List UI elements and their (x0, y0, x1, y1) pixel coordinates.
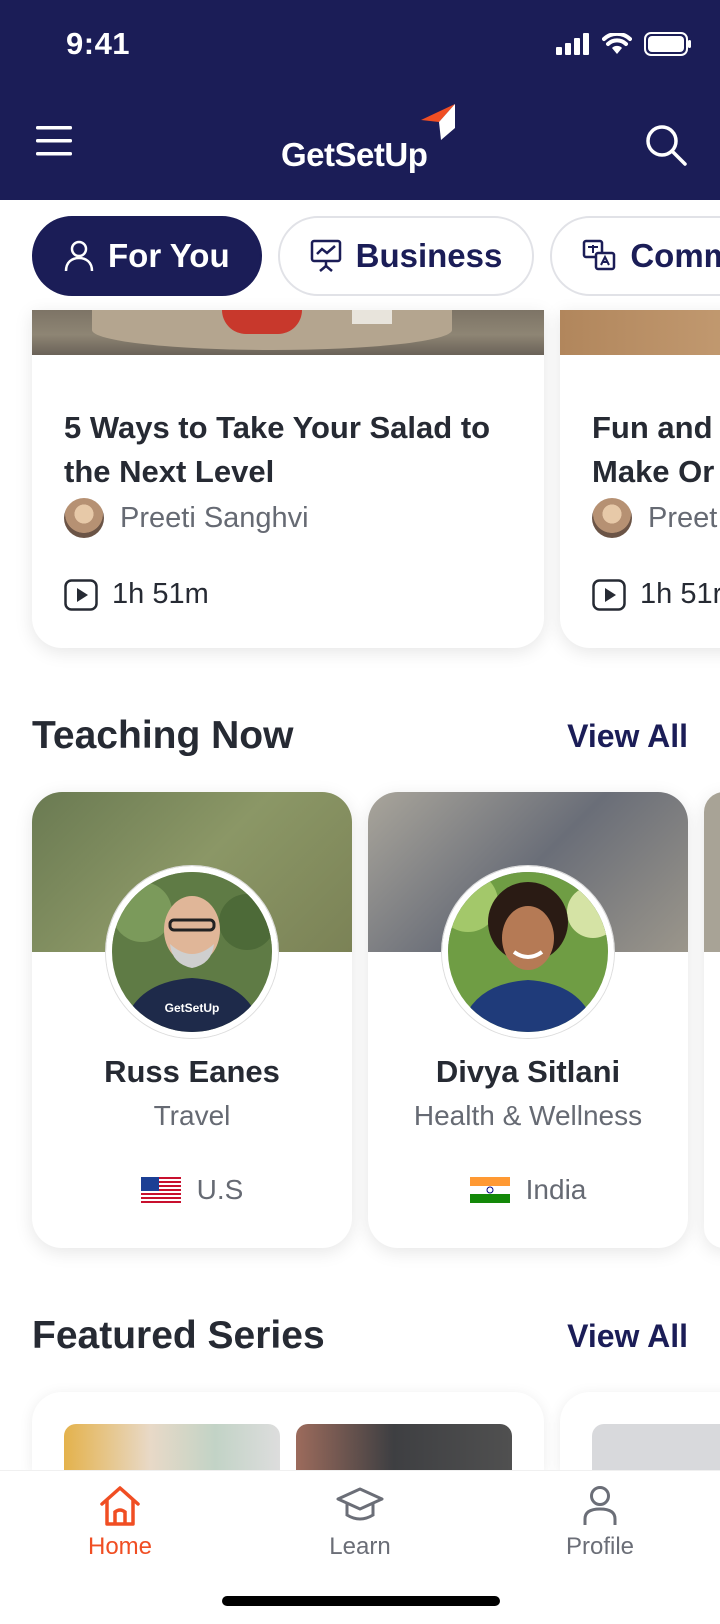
duration-text: 1h 51r (640, 578, 720, 610)
search-icon (646, 125, 687, 166)
lesson-title: Fun and Make Or (592, 410, 715, 489)
teacher-card[interactable]: Divya Sitlani Health & Wellness India (368, 792, 688, 1248)
lesson-duration: 1h 51m (64, 578, 209, 611)
home-icon (100, 1486, 140, 1526)
nav-label: Home (87, 1533, 153, 1560)
getsetup-logo: GetSetUp (281, 104, 481, 174)
profile-icon (583, 1486, 617, 1525)
duration-text: 1h 51m (112, 578, 209, 610)
search-button[interactable] (644, 123, 690, 169)
nav-home[interactable]: Home (50, 1485, 190, 1561)
top-header: 9:41 GetSetUp (0, 0, 720, 200)
teacher-photo (448, 872, 608, 1032)
tab-business[interactable]: Business (277, 216, 535, 296)
country-name: U.S (196, 1174, 244, 1205)
nav-profile[interactable]: Profile (530, 1485, 670, 1561)
category-tabs: For You Business Comm (0, 216, 720, 296)
teacher-country: India (368, 1174, 688, 1206)
series-thumbnail (592, 1424, 720, 1472)
teacher-cover (704, 792, 720, 952)
tab-for-you[interactable]: For You (32, 216, 262, 296)
teacher-photo: GetSetUp (112, 872, 272, 1032)
tab-label: Comm (630, 237, 720, 274)
tab-communication[interactable]: Comm (550, 216, 720, 296)
india-flag-icon (469, 1177, 510, 1203)
nav-label: Learn (329, 1533, 391, 1560)
nav-learn[interactable]: Learn (290, 1485, 430, 1561)
lesson-duration: 1h 51r (592, 578, 720, 611)
battery-icon (644, 32, 691, 56)
app-screen: 9:41 GetSetUp For You Business Comm 5 Wa… (0, 0, 720, 1624)
section-title: Featured Series (32, 1314, 325, 1357)
series-thumbnail (64, 1424, 280, 1472)
teaching-now-header: Teaching Now View All (32, 714, 688, 758)
lesson-thumbnail (32, 310, 544, 355)
status-time: 9:41 (66, 26, 131, 61)
wifi-icon (602, 33, 632, 54)
lesson-card[interactable]: 5 Ways to Take Your Salad to the Next Le… (32, 310, 544, 648)
lesson-author: Preet (592, 498, 717, 538)
status-icons (556, 32, 692, 56)
author-name: Preet (648, 501, 718, 534)
home-indicator[interactable] (222, 1596, 500, 1606)
featured-series-header: Featured Series View All (32, 1314, 688, 1358)
tab-label: Business (355, 237, 503, 274)
country-name: India (525, 1174, 587, 1205)
teacher-card[interactable]: GetSetUp Russ Eanes Travel U.S (32, 792, 352, 1248)
tab-label: For You (108, 237, 230, 274)
avatar (64, 498, 104, 538)
video-play-icon (592, 578, 626, 611)
view-all-link[interactable]: View All (567, 718, 688, 755)
logo-text: GetSetUp (281, 136, 428, 173)
teacher-topic: Health & Wellness (413, 1100, 643, 1131)
lesson-title: 5 Ways to Take Your Salad to the Next Le… (64, 410, 491, 489)
graduation-cap-icon (336, 1487, 384, 1521)
menu-button[interactable] (36, 126, 76, 158)
teacher-avatar (442, 866, 614, 1038)
series-card[interactable] (32, 1392, 544, 1472)
presentation-chart-icon (310, 239, 341, 272)
signal-icon (556, 33, 589, 55)
author-name: Preeti Sanghvi (120, 501, 309, 534)
lesson-thumbnail (560, 310, 720, 355)
teacher-card[interactable] (704, 792, 720, 1248)
view-all-link[interactable]: View All (567, 1318, 688, 1355)
hamburger-icon (36, 126, 72, 156)
teacher-avatar: GetSetUp (106, 866, 278, 1038)
avatar (592, 498, 632, 538)
translate-chat-icon (583, 239, 616, 271)
us-flag-icon (140, 1177, 181, 1203)
series-thumbnail (296, 1424, 512, 1472)
teacher-topic: Travel (153, 1100, 231, 1131)
lesson-card[interactable]: Fun and Make Or Preet 1h 51r (560, 310, 720, 648)
lesson-author: Preeti Sanghvi (64, 498, 309, 538)
nav-label: Profile (565, 1533, 635, 1560)
teacher-name: Russ Eanes (104, 1054, 280, 1089)
section-title: Teaching Now (32, 714, 294, 757)
teacher-country: U.S (32, 1174, 352, 1206)
person-icon (64, 240, 94, 272)
video-play-icon (64, 578, 98, 611)
teacher-name: Divya Sitlani (435, 1054, 621, 1089)
logo-flag-icon (421, 104, 455, 140)
shirt-text: GetSetUp (165, 1001, 220, 1015)
series-card[interactable] (560, 1392, 720, 1472)
